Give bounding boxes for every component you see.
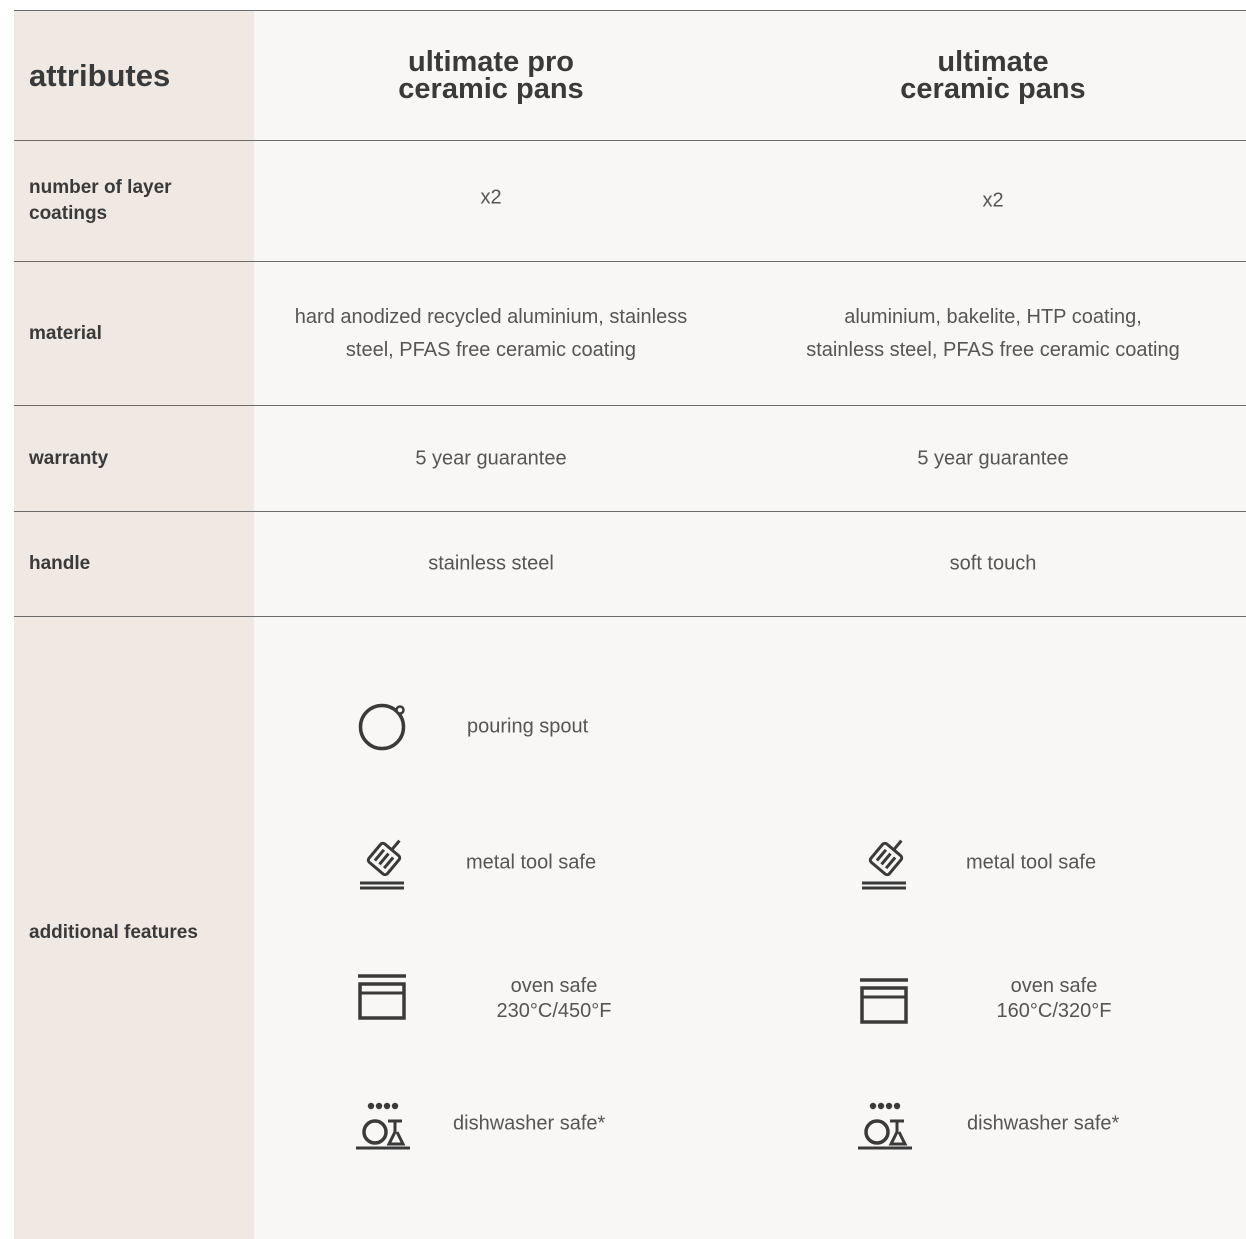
row-label-warranty: warranty <box>29 447 109 469</box>
feature-label-line: 230°C/450°F <box>496 1000 612 1022</box>
feature-label-line: oven safe <box>1010 975 1098 997</box>
row-label-coatings: number of layer coatings <box>29 177 172 224</box>
feature-label: metal tool safe <box>466 851 597 874</box>
feature-dishwasher-safe: dishwasher safe* <box>352 1094 652 1154</box>
cell-warranty-ultimate: 5 year guarantee <box>917 447 1069 469</box>
table-row: warranty 5 year guarantee 5 year guarant… <box>14 406 1246 512</box>
oven-safe-icon <box>854 973 914 1033</box>
feature-oven-safe: oven safe 230°C/450°F <box>352 969 652 1029</box>
oven-safe-icon <box>352 969 412 1029</box>
cell-line: steel, PFAS free ceramic coating <box>345 338 637 361</box>
table-row: number of layer coatings x2 x2 <box>14 141 1246 262</box>
metal-tool-safe-icon <box>854 833 914 893</box>
attributes-heading: attributes <box>29 57 171 93</box>
feature-label: pouring spout <box>467 715 589 738</box>
dishwasher-safe-icon <box>854 1094 914 1154</box>
metal-tool-safe-icon <box>352 833 412 893</box>
feature-pouring-spout: pouring spout <box>352 697 652 757</box>
cell-material-pro: hard anodized recycled aluminium, stainl… <box>266 301 716 367</box>
feature-label: dishwasher safe* <box>967 1112 1120 1135</box>
feature-label: metal tool safe <box>966 851 1097 874</box>
cell-line: hard anodized recycled aluminium, stainl… <box>294 305 688 328</box>
feature-oven-safe: oven safe 160°C/320°F <box>854 973 1154 1033</box>
cell-line: aluminium, bakelite, HTP coating, <box>844 305 1142 328</box>
cell-material-ultimate: aluminium, bakelite, HTP coating, stainl… <box>770 301 1216 367</box>
feature-label: oven safe 160°C/320°F <box>952 974 1156 1024</box>
feature-label-line: 160°C/320°F <box>996 1000 1112 1022</box>
pouring-spout-icon <box>352 697 412 757</box>
table-row: handle stainless steel soft touch <box>14 512 1246 617</box>
dishwasher-safe-icon <box>352 1094 412 1154</box>
cell-warranty-pro: 5 year guarantee <box>415 447 567 469</box>
feature-label: dishwasher safe* <box>453 1112 606 1135</box>
cell-coatings-pro: x2 <box>480 186 502 209</box>
feature-dishwasher-safe: dishwasher safe* <box>854 1094 1154 1154</box>
row-label-handle: handle <box>29 553 91 574</box>
feature-metal-tool-safe: metal tool safe <box>854 833 1154 893</box>
feature-metal-tool-safe: metal tool safe <box>352 833 652 893</box>
column-heading-ultimate: ultimate ceramic pans <box>770 45 1216 105</box>
column-heading-line: ceramic pans <box>398 72 584 105</box>
comparison-table: attributes ultimate pro ceramic pans ult… <box>14 10 1246 1239</box>
cell-handle-pro: stainless steel <box>428 552 554 575</box>
column-heading-line: ultimate pro <box>408 45 574 78</box>
column-heading-line: ceramic pans <box>900 72 1086 105</box>
feature-label: oven safe 230°C/450°F <box>452 974 656 1024</box>
table-header-row: attributes ultimate pro ceramic pans ult… <box>14 11 1246 141</box>
table-row: material hard anodized recycled aluminiu… <box>14 262 1246 406</box>
row-label-additional-features: additional features <box>29 922 198 943</box>
cell-line: stainless steel, PFAS free ceramic coati… <box>806 338 1180 361</box>
feature-label-line: oven safe <box>510 975 598 997</box>
cell-coatings-ultimate: x2 <box>982 189 1004 212</box>
column-heading-line: ultimate <box>937 45 1049 78</box>
row-label-material: material <box>29 322 102 344</box>
cell-handle-ultimate: soft touch <box>949 552 1037 575</box>
features-row: additional features pouring spout metal … <box>14 617 1246 1239</box>
column-heading-ultimate-pro: ultimate pro ceramic pans <box>266 45 716 105</box>
